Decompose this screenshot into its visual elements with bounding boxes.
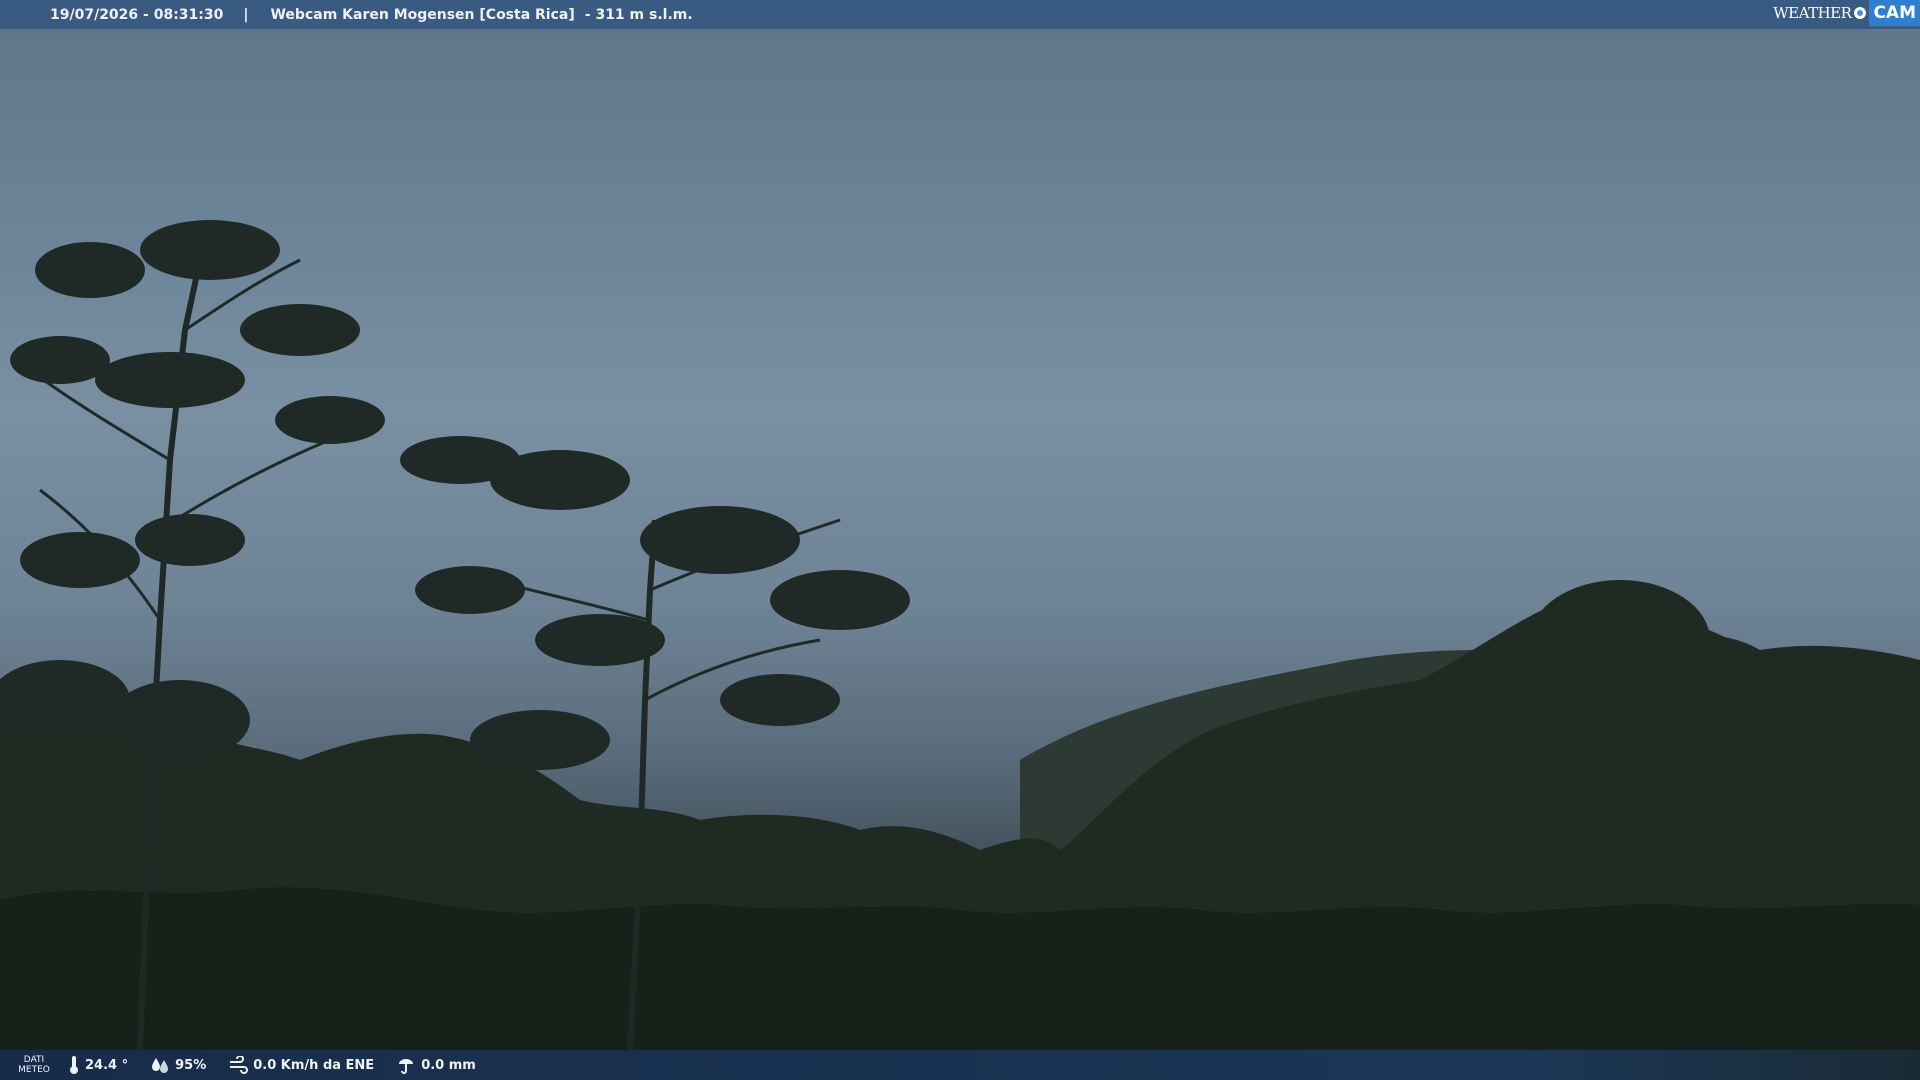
wind-icon xyxy=(230,1056,249,1074)
thermometer-icon xyxy=(70,1056,78,1074)
temperature-stat: 24.4 ° xyxy=(68,1055,128,1075)
wind-value: 0.0 Km/h da ENE xyxy=(253,1057,375,1073)
wind-stat: 0.0 Km/h da ENE xyxy=(228,1056,374,1074)
webcam-location: Webcam Karen Mogensen [Costa Rica] xyxy=(270,6,575,23)
separator: | xyxy=(243,6,249,23)
meteo-label-line2: METEO xyxy=(18,1065,50,1075)
logo-dot-icon xyxy=(1854,7,1867,19)
webcam-image xyxy=(0,0,1920,1080)
meteo-label-line1: DATI xyxy=(23,1055,45,1065)
temperature-value: 24.4 ° xyxy=(85,1057,129,1073)
rain-value: 0.0 mm xyxy=(421,1057,476,1073)
humidity-value: 95% xyxy=(175,1057,207,1073)
forest-landscape xyxy=(0,220,1920,1080)
altitude: - 311 m s.l.m. xyxy=(584,6,693,23)
weather-data-bar: DATI METEO 24.4 ° 95% 0.0 Km/h da ENE 0.… xyxy=(0,1050,1920,1080)
top-info-bar: 19/07/2026 - 08:31:30 | Webcam Karen Mog… xyxy=(0,0,1920,29)
humidity-stat: 95% xyxy=(150,1056,206,1074)
weathercam-logo[interactable]: WEATHER CAM xyxy=(1773,0,1920,26)
rain-stat: 0.0 mm xyxy=(396,1056,476,1074)
humidity-drops-icon xyxy=(152,1058,169,1073)
logo-text-weather: WEATHER xyxy=(1773,4,1852,22)
timestamp: 19/07/2026 - 08:31:30 xyxy=(50,6,224,23)
logo-text-cam: CAM xyxy=(1869,0,1920,26)
meteo-label: DATI METEO xyxy=(0,1055,68,1075)
rain-gauge-icon xyxy=(399,1059,414,1074)
